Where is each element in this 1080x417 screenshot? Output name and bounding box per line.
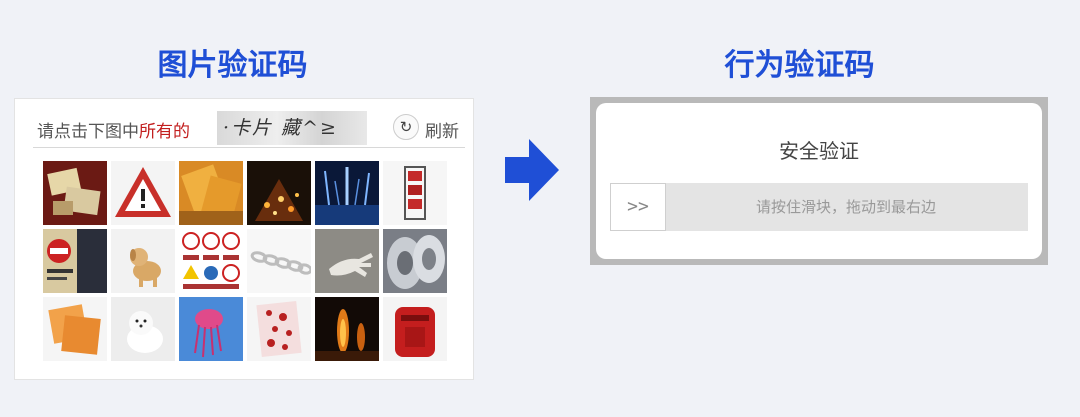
- captcha-image-grid: [43, 161, 447, 361]
- captcha-tile-red-pattern-cloth[interactable]: [247, 297, 311, 361]
- right-arrow-icon: [505, 139, 559, 205]
- image-captcha-panel: 请点击下图中所有的 ·卡片 藏^≥ ↻ 刷新: [14, 98, 474, 380]
- captcha-tile-puppy[interactable]: [111, 229, 175, 293]
- distorted-captcha-text: ·卡片 藏^≥: [217, 111, 367, 145]
- captcha-tile-tape-rolls[interactable]: [383, 229, 447, 293]
- image-captcha-heading: 图片验证码: [157, 48, 308, 83]
- captcha-tile-night-lights[interactable]: [247, 161, 311, 225]
- captcha-tile-safety-signs[interactable]: [179, 229, 243, 293]
- captcha-tile-postcards[interactable]: [43, 161, 107, 225]
- security-verification-title: 安全验证: [779, 139, 859, 163]
- captcha-tile-white-puppy[interactable]: [111, 297, 175, 361]
- slider-hint: 请按住滑块，拖动到最右边: [755, 198, 936, 216]
- behavior-captcha-panel: 安全验证 >> 请按住滑块，拖动到最右边: [590, 97, 1048, 265]
- captcha-tile-jellyfish[interactable]: [179, 297, 243, 361]
- captcha-tile-blue-fountain[interactable]: [315, 161, 379, 225]
- captcha-tile-warning-sign[interactable]: [111, 161, 175, 225]
- captcha-tile-fire-fountain[interactable]: [315, 297, 379, 361]
- refresh-button[interactable]: 刷新: [425, 117, 459, 142]
- slider-track[interactable]: >> 请按住滑块，拖动到最右边: [610, 183, 1028, 231]
- captcha-instruction: 请点击下图中所有的: [37, 117, 190, 142]
- slider-handle[interactable]: >>: [610, 183, 666, 231]
- captcha-tile-red-cabinet[interactable]: [383, 161, 447, 225]
- captcha-tile-orange-cards[interactable]: [179, 161, 243, 225]
- captcha-tile-red-mailbox[interactable]: [383, 297, 447, 361]
- refresh-icon[interactable]: ↻: [393, 114, 419, 140]
- captcha-tile-no-entry-sign[interactable]: [43, 229, 107, 293]
- captcha-tile-hand-sculpture[interactable]: [315, 229, 379, 293]
- security-verification-card: 安全验证 >> 请按住滑块，拖动到最右边: [596, 103, 1042, 259]
- captcha-tile-chain[interactable]: [247, 229, 311, 293]
- image-captcha-header: 请点击下图中所有的 ·卡片 藏^≥ ↻ 刷新: [33, 109, 465, 148]
- captcha-tile-sticky-notes[interactable]: [43, 297, 107, 361]
- instruction-prefix: 请点击下图中: [37, 122, 139, 142]
- behavior-captcha-heading: 行为验证码: [724, 48, 875, 83]
- instruction-highlight: 所有的: [139, 122, 190, 142]
